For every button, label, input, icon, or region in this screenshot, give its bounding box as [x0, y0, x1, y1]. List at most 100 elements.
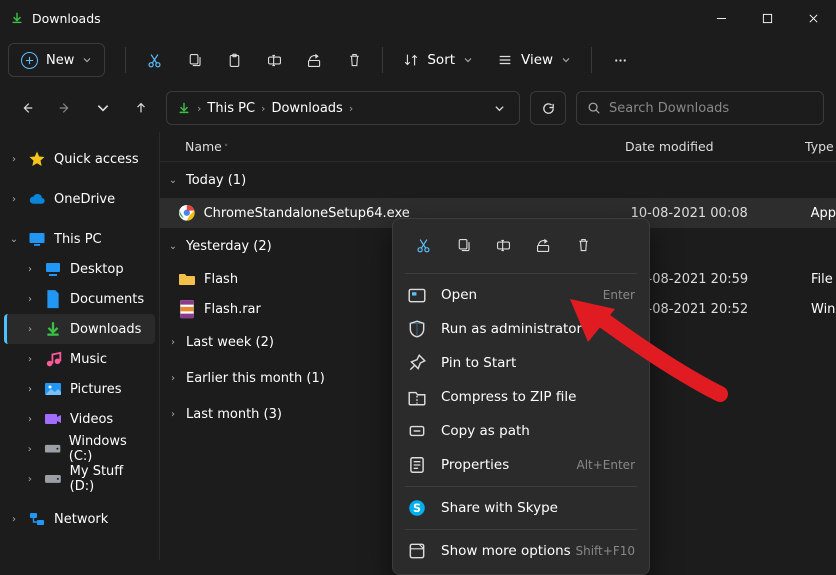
expander-icon[interactable]: › [24, 414, 36, 425]
expander-icon[interactable]: › [24, 474, 36, 485]
sidebar-item-quick-access[interactable]: › Quick access [4, 144, 155, 174]
column-name[interactable]: Name˅ [160, 139, 615, 154]
expander-icon[interactable]: › [24, 354, 36, 365]
chevron-right-icon: › [166, 337, 180, 348]
sidebar-item-downloads[interactable]: › Downloads [4, 314, 155, 344]
toolbar-separator [125, 47, 126, 73]
separator [405, 486, 637, 487]
ctx-label: Open [441, 287, 603, 303]
group-header[interactable]: ⌄Today (1) [160, 162, 836, 198]
expander-icon[interactable]: › [24, 444, 36, 455]
refresh-button[interactable] [530, 91, 566, 125]
ctx-label: Properties [441, 457, 576, 473]
cut-button[interactable] [134, 42, 174, 78]
ctx-show-more-options[interactable]: Show more options Shift+F10 [399, 534, 643, 568]
ctx-pin-to-start[interactable]: Pin to Start [399, 346, 643, 380]
sidebar-item-windows-c-[interactable]: › Windows (C:) [4, 434, 155, 464]
breadcrumb[interactable]: Downloads [271, 101, 342, 116]
star-icon [28, 150, 46, 168]
view-button[interactable]: View [485, 42, 583, 78]
ctx-run-as-administrator[interactable]: Run as administrator [399, 312, 643, 346]
cloud-icon [28, 190, 46, 208]
drive-icon [44, 470, 62, 488]
expander-icon[interactable]: › [24, 384, 36, 395]
ctx-copy-as-path[interactable]: Copy as path [399, 414, 643, 448]
context-menu: Open Enter Run as administrator Pin to S… [392, 218, 650, 575]
column-date[interactable]: Date modified [615, 139, 795, 154]
window-icon [10, 11, 24, 25]
delete-button[interactable] [563, 229, 603, 261]
column-type[interactable]: Type [795, 139, 836, 154]
ctx-compress-to-zip-file[interactable]: Compress to ZIP file [399, 380, 643, 414]
paste-button[interactable] [214, 42, 254, 78]
sidebar-item-label: This PC [54, 232, 102, 247]
share-button[interactable] [523, 229, 563, 261]
chevron-right-icon: › [349, 102, 353, 115]
view-icon [497, 52, 513, 68]
desktop-icon [44, 260, 62, 278]
rename-button[interactable] [483, 229, 523, 261]
address-bar[interactable]: › This PC › Downloads › [166, 91, 520, 125]
copy-button[interactable] [443, 229, 483, 261]
sidebar-item-this-pc[interactable]: ⌄ This PC [4, 224, 155, 254]
sidebar-item-my-stuff-d-[interactable]: › My Stuff (D:) [4, 464, 155, 494]
share-button[interactable] [294, 42, 334, 78]
chevron-right-icon: › [261, 102, 265, 115]
ctx-hint: Shift+F10 [575, 544, 635, 558]
folder-icon [178, 270, 196, 288]
minimize-button[interactable] [698, 0, 744, 36]
expander-icon[interactable]: ⌄ [8, 234, 20, 245]
sidebar-item-label: Documents [70, 292, 144, 307]
expander-icon[interactable]: › [8, 514, 20, 525]
view-label: View [521, 52, 553, 68]
sidebar-item-desktop[interactable]: › Desktop [4, 254, 155, 284]
expander-icon[interactable]: › [24, 294, 36, 305]
sort-label: Sort [427, 52, 455, 68]
history-button[interactable] [88, 92, 118, 124]
sidebar-item-videos[interactable]: › Videos [4, 404, 155, 434]
delete-button[interactable] [334, 42, 374, 78]
ctx-share-with-skype[interactable]: S Share with Skype [399, 491, 643, 525]
expander-icon[interactable]: › [8, 154, 20, 165]
sidebar-item-network[interactable]: › Network [4, 504, 155, 534]
sidebar-item-onedrive[interactable]: › OneDrive [4, 184, 155, 214]
close-button[interactable] [790, 0, 836, 36]
sort-button[interactable]: Sort [391, 42, 485, 78]
sidebar-item-label: Network [54, 512, 108, 527]
ctx-hint: Alt+Enter [576, 458, 635, 472]
group-label: Last month (3) [186, 407, 282, 422]
maximize-button[interactable] [744, 0, 790, 36]
ctx-properties[interactable]: Properties Alt+Enter [399, 448, 643, 482]
up-button[interactable] [126, 92, 156, 124]
address-dropdown[interactable] [485, 94, 513, 122]
more-button[interactable] [600, 42, 640, 78]
rar-icon [178, 300, 196, 318]
title-bar: Downloads [0, 0, 836, 36]
new-button[interactable]: New [8, 43, 105, 77]
breadcrumb[interactable]: This PC [207, 101, 255, 116]
cut-button[interactable] [403, 229, 443, 261]
file-date: 10-08-2021 00:08 [621, 206, 801, 221]
back-button[interactable] [12, 92, 42, 124]
chevron-right-icon: › [166, 373, 180, 384]
sidebar-item-label: OneDrive [54, 192, 115, 207]
expander-icon[interactable]: › [8, 194, 20, 205]
sidebar-item-label: Music [70, 352, 107, 367]
copy-button[interactable] [174, 42, 214, 78]
expander-icon[interactable]: › [24, 324, 36, 335]
sidebar-item-pictures[interactable]: › Pictures [4, 374, 155, 404]
group-label: Today (1) [186, 173, 246, 188]
sidebar-item-music[interactable]: › Music [4, 344, 155, 374]
sidebar-item-documents[interactable]: › Documents [4, 284, 155, 314]
chevron-down-icon [561, 55, 571, 65]
ctx-open[interactable]: Open Enter [399, 278, 643, 312]
expander-icon[interactable]: › [24, 264, 36, 275]
props-icon [407, 455, 427, 475]
music-icon [44, 350, 62, 368]
group-label: Earlier this month (1) [186, 371, 325, 386]
search-box[interactable]: Search Downloads [576, 91, 824, 125]
monitor-icon [28, 230, 46, 248]
chevron-right-icon: › [166, 409, 180, 420]
rename-button[interactable] [254, 42, 294, 78]
forward-button[interactable] [50, 92, 80, 124]
